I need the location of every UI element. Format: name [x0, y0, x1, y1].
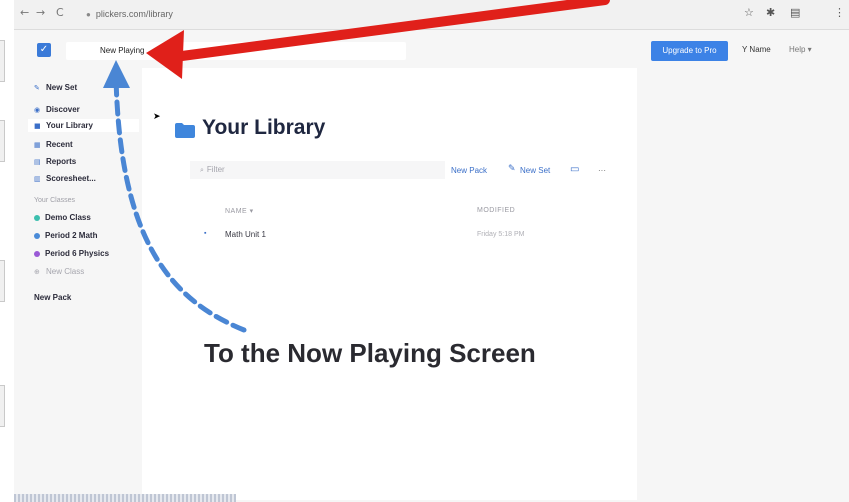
new-pack-button[interactable]: New Pack — [451, 166, 487, 175]
upgrade-button[interactable]: Upgrade to Pro — [651, 41, 728, 61]
search-icon: ⌕ — [200, 167, 204, 174]
user-name-menu[interactable]: Y Name — [742, 45, 771, 54]
sidebar: ✎ New Set ◉ Discover ■ Your Library ▦ Recent… — [14, 68, 142, 502]
reports-icon: ▤ — [34, 158, 41, 166]
tutorial-caption: To the Now Playing Screen — [204, 338, 536, 368]
gutter-mark — [0, 385, 5, 427]
library-row-name[interactable]: Math Unit 1 — [225, 230, 266, 239]
folder-icon: ■ — [34, 122, 41, 130]
new-set-button[interactable]: New Set — [520, 166, 550, 175]
grid-icon: ▥ — [34, 175, 41, 183]
column-header-name[interactable]: NAME ▾ — [225, 207, 254, 215]
sidebar-item-reports[interactable]: ▤ Reports — [34, 157, 76, 166]
new-set-icon: ✎ — [34, 84, 40, 92]
bookmark-star-icon[interactable]: ☆ — [744, 6, 754, 19]
left-gutter — [0, 0, 14, 502]
classes-caption: Your Classes — [34, 197, 75, 204]
sidebar-item-scoresheet[interactable]: ▥ Scoresheet... — [34, 174, 96, 183]
class-color-dot — [34, 250, 40, 257]
page-title: Your Library — [202, 116, 326, 139]
sidebar-item-label: Demo Class — [45, 213, 91, 222]
class-color-dot — [34, 214, 40, 221]
sidebar-item-label: Period 2 Math — [45, 231, 98, 240]
browser-menu-icon[interactable]: ⋮ — [834, 6, 845, 19]
extension-icon[interactable]: ▤ — [790, 6, 800, 19]
sidebar-item-class[interactable]: Period 6 Physics — [34, 249, 109, 258]
recent-icon: ▦ — [34, 141, 41, 149]
column-header-modified[interactable]: MODIFIED — [477, 207, 515, 214]
right-column — [637, 68, 849, 502]
now-playing-button[interactable]: New Playing — [66, 42, 406, 60]
extension-icon[interactable]: ✱ — [766, 6, 775, 19]
sidebar-item-label: New Set — [46, 83, 78, 92]
plus-icon: ⊕ — [34, 268, 40, 276]
sidebar-item-label: Discover — [46, 105, 80, 114]
scrollbar-strip[interactable] — [14, 494, 236, 502]
sidebar-item-new-pack[interactable]: New Pack — [34, 293, 71, 302]
sidebar-item-discover[interactable]: ◉ Discover — [34, 105, 80, 114]
forward-icon[interactable]: → — [36, 6, 45, 19]
address-bar[interactable]: ● plickers.com/library — [86, 5, 686, 23]
browser-toolbar: ← → C ● plickers.com/library ☆ ✱ ▤ ⋮ — [14, 0, 849, 30]
library-row-modified: Friday 5:18 PM — [477, 231, 525, 238]
library-panel: ➤ Your Library ⌕ Filter New Pack ✎ New Se… — [142, 68, 637, 500]
url-text: plickers.com/library — [95, 9, 173, 19]
new-folder-icon[interactable]: ▭ — [570, 164, 579, 175]
more-options-icon[interactable]: ··· — [598, 166, 606, 175]
plickers-logo-icon[interactable]: ✓ — [37, 43, 51, 57]
set-icon: ▪ — [204, 230, 207, 237]
sidebar-item-class[interactable]: Period 2 Math — [34, 231, 97, 240]
sidebar-item-label: Scoresheet... — [46, 174, 96, 183]
sidebar-item-your-library[interactable]: ■ Your Library — [28, 119, 139, 132]
class-color-dot — [34, 232, 40, 239]
sidebar-item-label: Period 6 Physics — [45, 249, 110, 258]
gutter-mark — [0, 260, 5, 302]
gutter-mark — [0, 40, 5, 82]
app-header: ✓ New Playing Upgrade to Pro Y Name Help… — [14, 30, 849, 68]
sidebar-item-label: Reports — [46, 157, 77, 166]
help-menu[interactable]: Help ▾ — [789, 45, 812, 54]
sidebar-item-label: New Class — [46, 267, 85, 276]
reload-icon[interactable]: C — [56, 6, 64, 19]
gutter-mark — [0, 120, 5, 162]
sidebar-item-new-class[interactable]: ⊕ New Class — [34, 267, 84, 276]
sidebar-item-new-set[interactable]: ✎ New Set — [34, 83, 77, 92]
sidebar-item-recent[interactable]: ▦ Recent — [34, 140, 73, 149]
globe-icon: ◉ — [34, 106, 41, 114]
filter-input[interactable]: ⌕ Filter — [190, 161, 445, 179]
back-icon[interactable]: ← — [20, 6, 29, 19]
sidebar-item-label: Your Library — [46, 121, 93, 130]
sidebar-item-label: Recent — [46, 140, 73, 149]
mouse-cursor-icon: ➤ — [153, 112, 161, 122]
folder-icon — [175, 123, 195, 138]
new-set-icon[interactable]: ✎ — [508, 164, 516, 174]
sidebar-item-class[interactable]: Demo Class — [34, 213, 91, 222]
filter-placeholder: Filter — [206, 165, 225, 174]
lock-icon: ● — [86, 10, 91, 19]
